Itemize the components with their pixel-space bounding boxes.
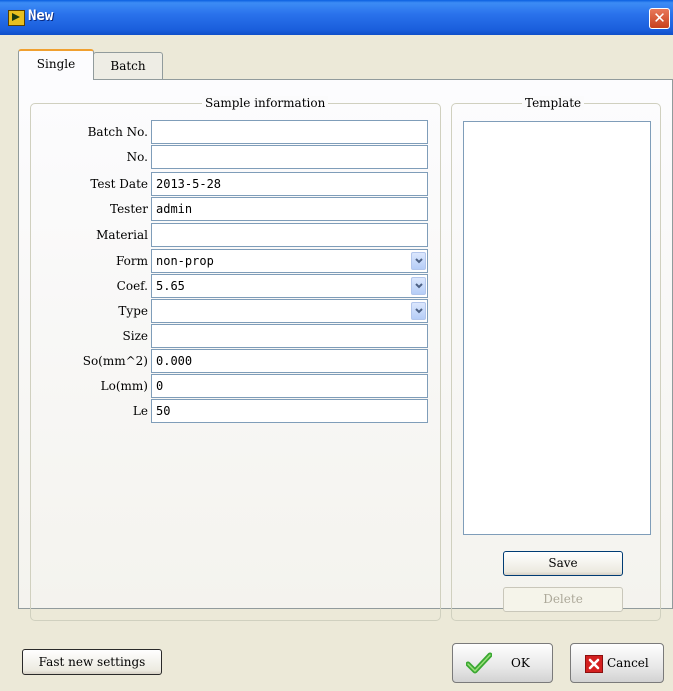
fast-new-settings-label: Fast new settings	[38, 655, 146, 669]
cancel-button[interactable]: Cancel	[570, 643, 664, 683]
fast-new-settings-button[interactable]: Fast new settings	[22, 649, 162, 675]
check-icon	[466, 652, 492, 674]
le-label: Le	[132, 404, 148, 418]
group-title: Template	[522, 96, 585, 110]
tab-single[interactable]: Single	[18, 49, 94, 80]
form-label: Form	[115, 254, 148, 268]
ok-label: OK	[511, 656, 530, 670]
type-label: Type	[118, 304, 148, 318]
close-button[interactable]: ✕	[649, 8, 670, 29]
le-input[interactable]: 50	[151, 399, 428, 423]
so-input[interactable]: 0.000	[151, 349, 428, 373]
tester-input[interactable]: admin	[151, 197, 428, 221]
tab-batch[interactable]: Batch	[93, 52, 163, 79]
chevron-down-icon	[415, 258, 423, 264]
no-label: No.	[126, 150, 148, 164]
ok-button[interactable]: OK	[452, 643, 553, 683]
form-dropdown-button[interactable]	[411, 252, 426, 270]
coef-label: Coef.	[116, 279, 148, 293]
close-icon: ✕	[653, 9, 666, 27]
so-label: So(mm^2)	[82, 354, 148, 368]
title-bar: New ✕	[0, 0, 673, 35]
form-select-value: non-prop	[156, 254, 214, 268]
delete-button-label: Delete	[543, 592, 583, 606]
size-label: Size	[122, 329, 148, 343]
test-date-label: Test Date	[90, 177, 148, 191]
window-title: New	[28, 8, 54, 24]
test-date-input[interactable]: 2013-5-28	[151, 172, 428, 196]
batch-no-label: Batch No.	[87, 125, 148, 139]
no-input[interactable]	[151, 145, 428, 169]
delete-button[interactable]: Delete	[503, 587, 623, 612]
tab-label: Single	[36, 57, 76, 71]
tester-label: Tester	[110, 202, 148, 216]
material-label: Material	[96, 228, 148, 242]
group-title: Sample information	[202, 96, 329, 110]
batch-no-input[interactable]	[151, 120, 428, 144]
template-list[interactable]	[463, 121, 651, 535]
cancel-x-icon	[585, 655, 603, 673]
material-input[interactable]	[151, 223, 428, 247]
lo-label: Lo(mm)	[100, 379, 148, 393]
chevron-down-icon	[415, 283, 423, 289]
type-dropdown-button[interactable]	[411, 302, 426, 320]
chevron-down-icon	[415, 308, 423, 314]
app-icon	[8, 10, 25, 26]
save-button-label: Save	[548, 556, 578, 570]
coef-select[interactable]: 5.65	[151, 274, 428, 298]
size-input[interactable]	[151, 324, 428, 348]
save-button[interactable]: Save	[503, 551, 623, 576]
coef-dropdown-button[interactable]	[411, 277, 426, 295]
lo-input[interactable]: 0	[151, 374, 428, 398]
type-select[interactable]	[151, 299, 428, 323]
form-select[interactable]: non-prop	[151, 249, 428, 273]
cancel-label: Cancel	[607, 656, 649, 670]
coef-select-value: 5.65	[156, 279, 185, 293]
tab-label: Batch	[110, 59, 146, 73]
